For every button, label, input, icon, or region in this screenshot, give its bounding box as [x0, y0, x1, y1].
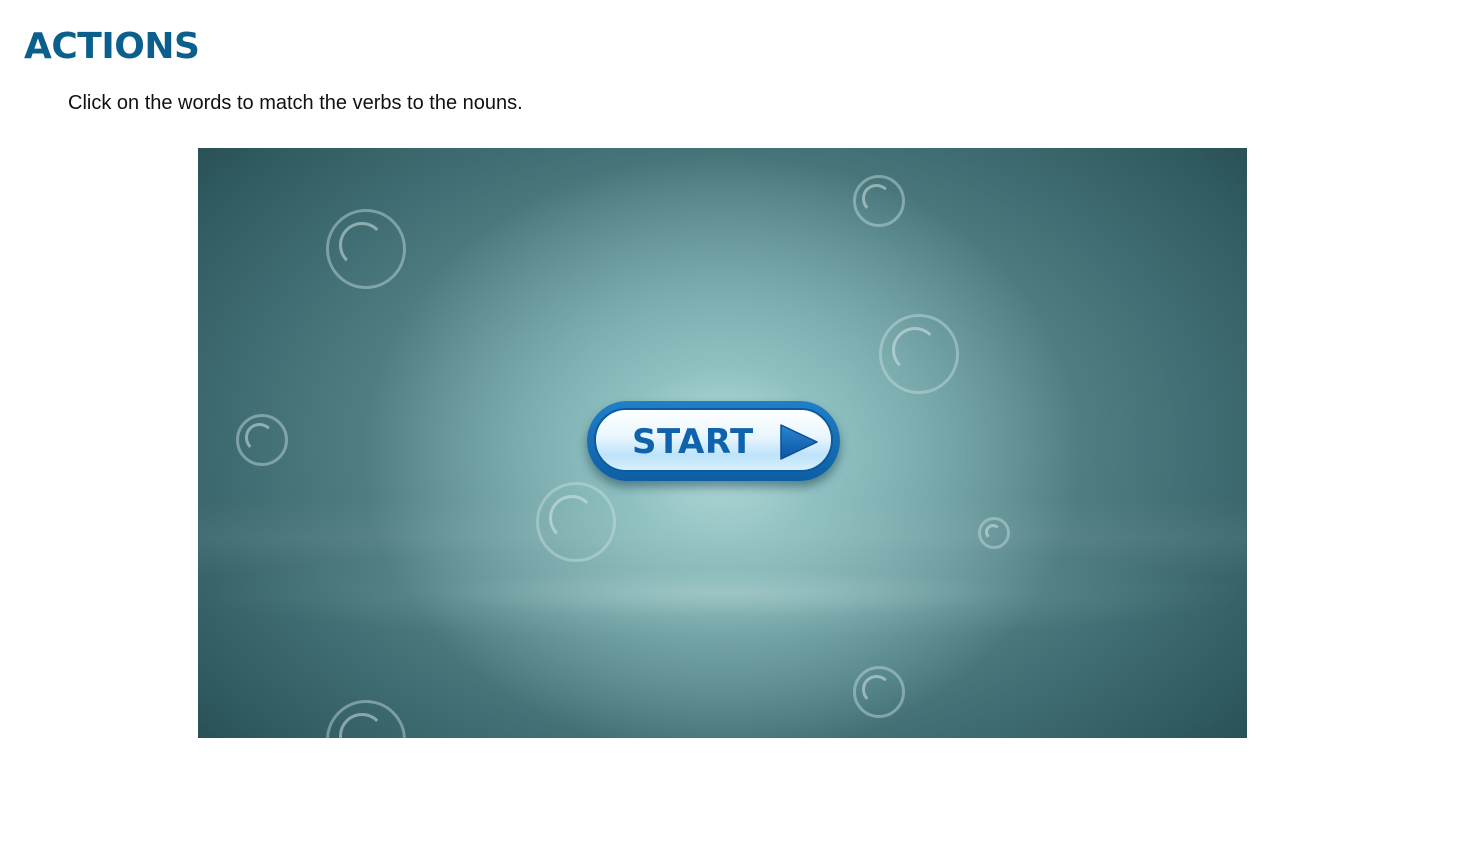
bubble-decoration: [536, 482, 616, 562]
instructions-text: Click on the words to match the verbs to…: [68, 92, 523, 114]
start-button[interactable]: START: [587, 401, 840, 481]
floor-glow: [198, 548, 1247, 638]
play-arrow-icon: [780, 424, 818, 460]
bubble-decoration: [326, 700, 406, 738]
bubble-decoration: [853, 666, 905, 718]
bubble-decoration: [236, 414, 288, 466]
game-stage[interactable]: START: [198, 148, 1247, 738]
bubble-decoration: [879, 314, 959, 394]
page-title: ACTIONS: [24, 26, 200, 67]
start-button-face: START: [594, 408, 833, 472]
bubble-decoration: [853, 175, 905, 227]
bubble-decoration: [978, 517, 1010, 549]
bubble-decoration: [326, 209, 406, 289]
start-button-label: START: [632, 422, 754, 462]
